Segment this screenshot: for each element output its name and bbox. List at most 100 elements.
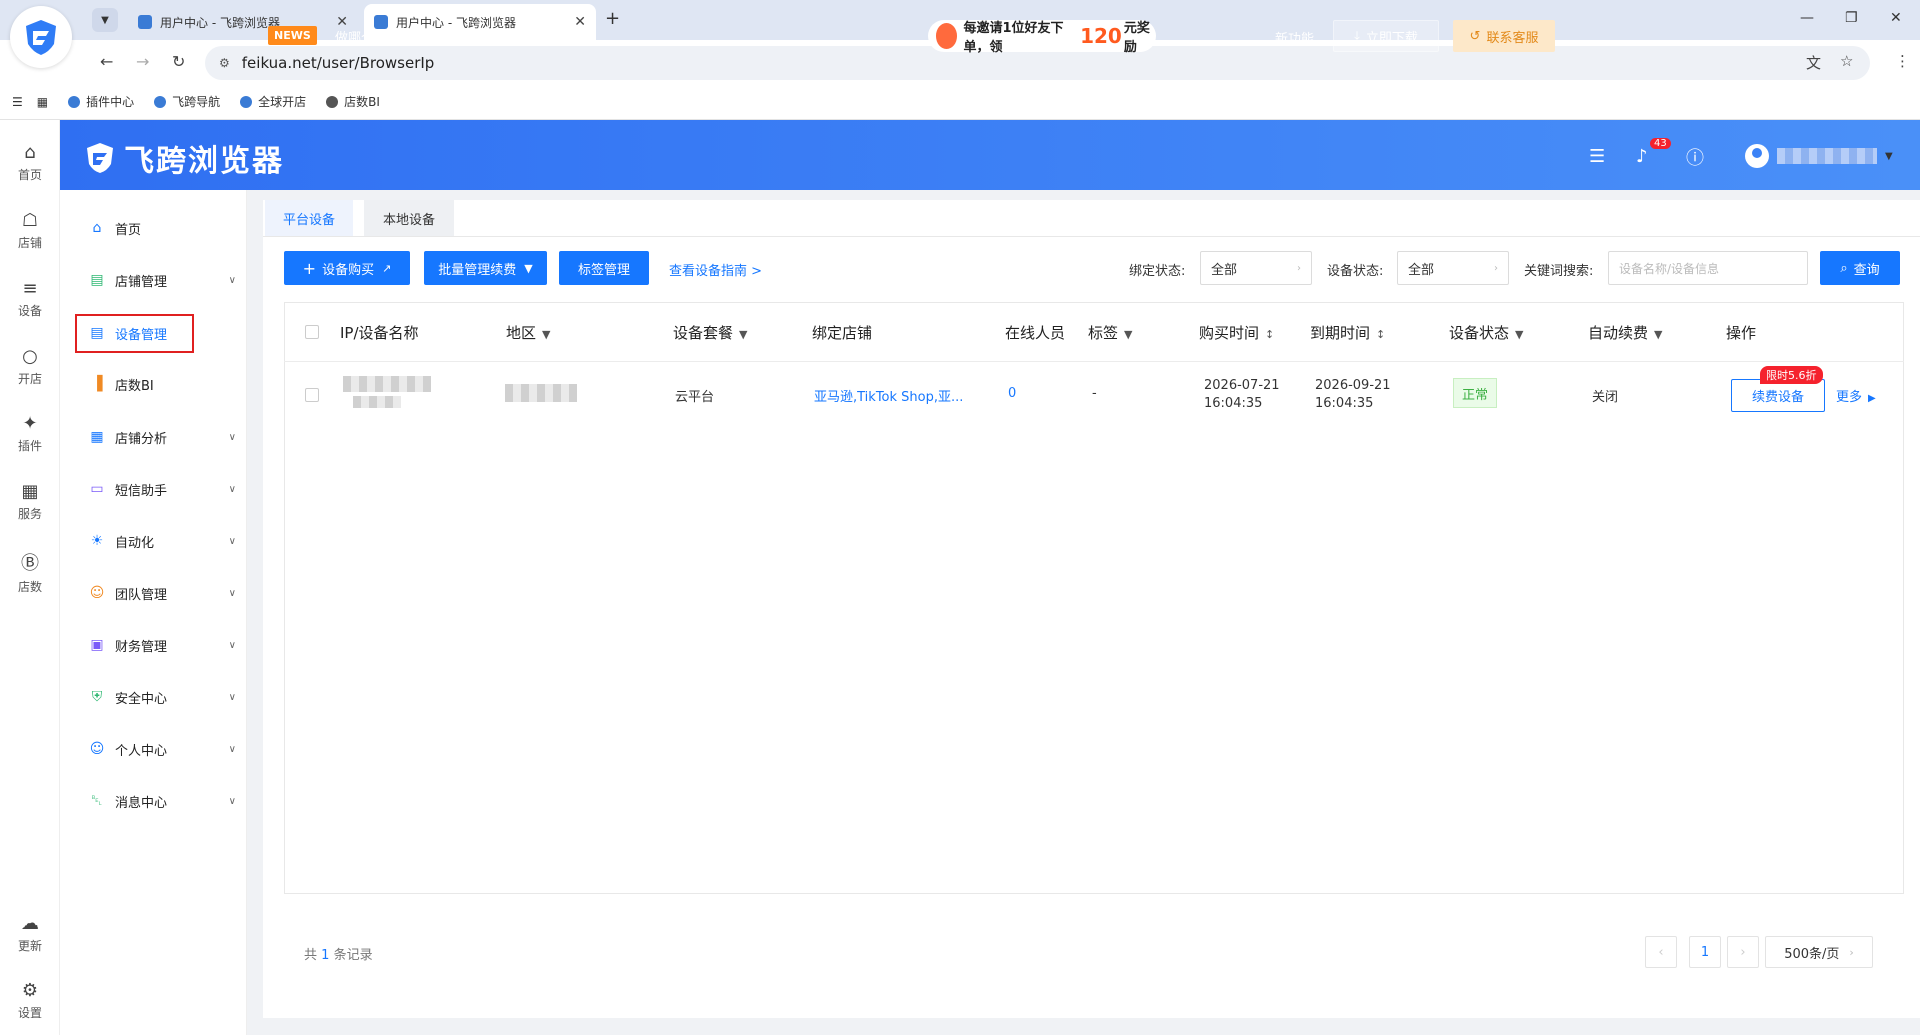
col-tag[interactable]: 标签 ▼	[1088, 322, 1132, 343]
contact-service-button[interactable]: ↺ 联系客服	[1453, 20, 1555, 52]
col-buy-time[interactable]: 购买时间 ↕	[1199, 322, 1274, 343]
chevron-right-icon: ›	[1494, 262, 1498, 274]
page-size-select[interactable]: 500条/页 ›	[1765, 936, 1873, 968]
user-menu[interactable]: ▼	[1745, 144, 1893, 168]
chevron-down-icon: ∨	[228, 587, 236, 599]
settings-icon: ⚙	[21, 980, 39, 1001]
tab-search-dropdown[interactable]: ▼	[92, 8, 118, 32]
document-icon[interactable]: ☰	[1589, 146, 1605, 167]
restore-icon[interactable]: ❐	[1845, 10, 1858, 26]
col-device-status[interactable]: 设备状态 ▼	[1449, 322, 1523, 343]
minimize-icon[interactable]: —	[1800, 10, 1814, 26]
brand-logo[interactable]: 飞跨浏览器	[82, 136, 284, 180]
chevron-down-icon: ▼	[1885, 150, 1893, 162]
close-window-icon[interactable]: ✕	[1890, 10, 1902, 26]
cell-auto-renew: 关闭	[1592, 390, 1619, 405]
menu-item-messages[interactable]: ␇ 消息中心 ∨	[88, 789, 248, 813]
wallet-icon: ▣	[90, 637, 104, 653]
sort-icon[interactable]: ↕	[1376, 328, 1385, 341]
rail-item-update[interactable]: ☁ 更新	[0, 913, 60, 954]
device-guide-link[interactable]: 查看设备指南 >	[669, 260, 762, 279]
filter-icon[interactable]: ▼	[1124, 328, 1132, 341]
next-page-button[interactable]: ›	[1727, 936, 1759, 968]
new-feature-link[interactable]: 新功能	[1275, 28, 1314, 47]
col-auto-renew[interactable]: 自动续费 ▼	[1588, 322, 1662, 343]
col-package[interactable]: 设备套餐 ▼	[673, 322, 747, 343]
reload-icon[interactable]: ↻	[172, 52, 185, 71]
app-logo	[10, 6, 72, 68]
apps-grid-icon[interactable]: ▦	[37, 95, 48, 109]
back-icon[interactable]: ←	[100, 52, 113, 71]
bookmark-item[interactable]: 插件中心	[68, 93, 134, 110]
buy-device-button[interactable]: + 设备购买 ↗	[284, 251, 410, 285]
url-text: feikua.net/user/BrowserIp	[241, 54, 435, 72]
filter-icon[interactable]: ▼	[542, 328, 550, 341]
menu-item-automation[interactable]: ☀ 自动化 ∨	[88, 529, 248, 553]
site-info-icon[interactable]: ⚙	[219, 56, 230, 70]
keyword-search-input[interactable]: 设备名称/设备信息	[1608, 251, 1808, 285]
menu-item-home[interactable]: ⌂ 首页	[88, 216, 248, 240]
page-number-button[interactable]: 1	[1689, 936, 1721, 968]
rail-item-services[interactable]: ▦ 服务	[0, 481, 60, 522]
bookmark-item[interactable]: 店数BI	[326, 93, 380, 110]
cell-online-count[interactable]: 0	[1008, 386, 1016, 401]
browser-menu-icon[interactable]: ⋮	[1895, 52, 1910, 70]
menu-item-sms-assistant[interactable]: ▭ 短信助手 ∨	[88, 477, 248, 501]
home-icon: ⌂	[92, 220, 102, 236]
tab-platform-devices[interactable]: 平台设备	[265, 200, 353, 236]
prev-page-button[interactable]: ‹	[1645, 936, 1677, 968]
col-region[interactable]: 地区 ▼	[506, 322, 550, 343]
bookmark-item[interactable]: 飞跨导航	[154, 93, 220, 110]
query-button[interactable]: ⌕ 查询	[1820, 251, 1900, 285]
menu-item-team-management[interactable]: ☺ 团队管理 ∨	[88, 581, 248, 605]
batch-renew-button[interactable]: 批量管理续费 ▼	[424, 251, 547, 285]
download-button[interactable]: ⤓ 立即下载	[1333, 20, 1439, 52]
reading-list-icon[interactable]: ☰	[12, 95, 23, 109]
select-all-checkbox[interactable]	[305, 325, 319, 339]
device-status-select[interactable]: 全部 ›	[1397, 251, 1509, 285]
filter-icon[interactable]: ▼	[1515, 328, 1523, 341]
filter-icon[interactable]: ▼	[739, 328, 747, 341]
bi-icon: Ⓑ	[21, 553, 39, 574]
news-ticker[interactable]: 做哪个平台，就用哪个专区！飞... ⊐	[335, 27, 558, 46]
chevron-down-icon: ∨	[228, 431, 236, 443]
message-icon: ▭	[90, 481, 104, 497]
bookmark-star-icon[interactable]: ☆	[1840, 52, 1853, 70]
forward-icon[interactable]: →	[136, 52, 149, 71]
browser-tab-1[interactable]: 用户中心 - 飞跨浏览器 ✕	[128, 4, 358, 40]
tab-divider	[263, 236, 1920, 237]
bell-icon[interactable]: ♪	[1636, 146, 1648, 167]
sort-icon[interactable]: ↕	[1265, 328, 1274, 341]
menu-item-bi[interactable]: ▐ 店数BI	[88, 372, 248, 396]
cell-expire-time: 16:04:35	[1315, 396, 1374, 411]
menu-item-store-analysis[interactable]: ▦ 店铺分析 ∨	[88, 425, 248, 449]
menu-item-finance[interactable]: ▣ 财务管理 ∨	[88, 633, 248, 657]
menu-item-security[interactable]: ⛨ 安全中心 ∨	[88, 685, 248, 709]
col-expire-time[interactable]: 到期时间 ↕	[1310, 322, 1385, 343]
bookmark-item[interactable]: 全球开店	[240, 93, 306, 110]
rail-item-store[interactable]: ☖ 店铺	[0, 210, 60, 251]
tab-close-icon[interactable]: ✕	[574, 14, 586, 30]
menu-item-personal[interactable]: ☺ 个人中心 ∨	[88, 737, 248, 761]
menu-item-store-management[interactable]: ▤ 店铺管理 ∨	[88, 268, 248, 292]
news-badge: NEWS	[268, 26, 317, 45]
cell-tag: -	[1092, 386, 1097, 401]
rail-item-device[interactable]: ≡ 设备	[0, 278, 60, 319]
filter-icon[interactable]: ▼	[1654, 328, 1662, 341]
row-checkbox[interactable]	[305, 388, 319, 402]
new-tab-icon[interactable]: +	[605, 8, 620, 29]
tab-local-devices[interactable]: 本地设备	[364, 200, 454, 236]
bind-status-select[interactable]: 全部 ›	[1200, 251, 1312, 285]
invite-banner[interactable]: 每邀请1位好友下单，领 120 元奖励	[928, 20, 1156, 55]
rail-item-home[interactable]: ⌂ 首页	[0, 142, 60, 183]
menu-item-device-management[interactable]: ▤ 设备管理	[88, 321, 248, 345]
cell-bound-store-link[interactable]: 亚马逊,TikTok Shop,亚...	[814, 386, 963, 405]
more-actions-link[interactable]: 更多 ▶	[1836, 386, 1876, 405]
rail-item-plugins[interactable]: ✦ 插件	[0, 413, 60, 454]
rail-item-open-store[interactable]: ○ 开店	[0, 346, 60, 387]
translate-icon[interactable]: 文	[1806, 52, 1821, 73]
rail-item-settings[interactable]: ⚙ 设置	[0, 980, 60, 1021]
tag-management-button[interactable]: 标签管理	[559, 251, 649, 285]
rail-item-bi[interactable]: Ⓑ 店数	[0, 549, 60, 595]
help-icon[interactable]: ⓘ	[1686, 144, 1704, 170]
